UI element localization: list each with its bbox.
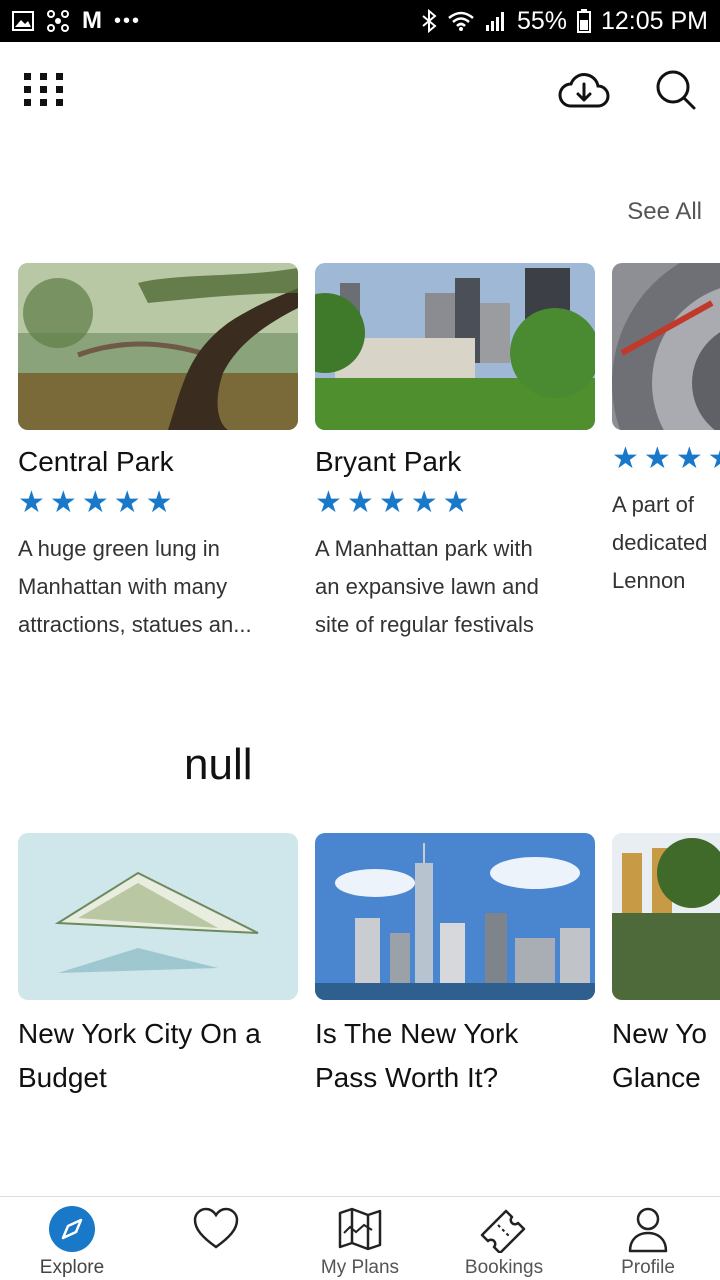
battery-percent: 55% — [516, 6, 567, 35]
place-image — [315, 263, 595, 430]
articles-carousel[interactable]: New York City On a Budget Is The New Yor… — [18, 833, 720, 1100]
clock: 12:05 PM — [600, 6, 708, 35]
title-line: New Yo — [612, 1018, 707, 1049]
rating-stars: ★ ★ ★ ★ ★ — [612, 444, 720, 474]
place-description: A huge green lung in Manhattan with many… — [18, 530, 298, 644]
places-carousel[interactable]: Central Park ★ ★ ★ ★ ★ A huge green lung… — [18, 263, 720, 644]
title-line: New York City On a — [18, 1018, 261, 1049]
description-line: an expansive lawn and — [315, 574, 539, 600]
rating-stars: ★ ★ ★ ★ ★ — [18, 488, 298, 518]
star-icon: ★ — [113, 486, 141, 520]
description-line: Lennon — [612, 568, 686, 593]
article-card[interactable]: New York City On a Budget — [18, 833, 298, 1100]
place-name: Central Park — [18, 446, 174, 477]
see-all-link[interactable]: See All — [627, 198, 702, 226]
place-card[interactable]: Bryant Park ★ ★ ★ ★ ★ A Manhattan park w… — [315, 263, 595, 644]
status-bar: M ••• 55% 12:05 PM — [0, 0, 720, 42]
article-card[interactable]: Is The New York Pass Worth It? — [315, 833, 595, 1100]
bottom-navigation: Explore My Plans Bookings Profile — [0, 1196, 720, 1280]
gmail-icon: M — [82, 7, 102, 34]
star-icon: ★ — [346, 486, 374, 520]
person-icon — [624, 1205, 672, 1253]
place-image — [18, 263, 298, 430]
article-title: New York City On a Budget — [18, 1012, 298, 1100]
star-icon: ★ — [708, 444, 720, 474]
nav-favorites[interactable] — [144, 1197, 288, 1280]
star-icon: ★ — [378, 486, 406, 520]
description-line: A Manhattan park with — [315, 536, 533, 562]
title-line: Pass Worth It? — [315, 1062, 499, 1093]
title-line: Budget — [18, 1062, 107, 1093]
article-image — [18, 833, 298, 1000]
star-icon: ★ — [675, 442, 703, 475]
star-icon: ★ — [612, 442, 639, 475]
description-line: A huge green lung in — [18, 536, 220, 562]
gallery-icon — [12, 11, 34, 31]
description-line: attractions, statues an... — [18, 612, 252, 638]
search-icon[interactable] — [656, 70, 696, 110]
place-card[interactable]: ★ ★ ★ ★ ★ A part of dedicated Lennon — [612, 263, 720, 644]
description-line: Manhattan with many — [18, 574, 228, 600]
ticket-icon — [476, 1205, 532, 1253]
nav-profile[interactable]: Profile — [576, 1197, 720, 1280]
place-image — [612, 263, 720, 430]
nav-my-plans[interactable]: My Plans — [288, 1197, 432, 1280]
compass-icon — [48, 1205, 96, 1253]
place-card[interactable]: Central Park ★ ★ ★ ★ ★ A huge green lung… — [18, 263, 298, 644]
description-line: site of regular festivals — [315, 612, 534, 638]
cloud-download-icon[interactable] — [558, 70, 610, 110]
grid-menu-icon[interactable] — [24, 73, 64, 107]
place-description: A Manhattan park with an expansive lawn … — [315, 530, 595, 644]
wifi-icon — [447, 10, 475, 32]
bluetooth-icon — [421, 9, 437, 33]
star-icon: ★ — [18, 486, 45, 520]
star-icon: ★ — [81, 486, 109, 520]
place-description: A part of dedicated Lennon — [612, 486, 720, 600]
battery-icon — [576, 9, 591, 33]
star-icon: ★ — [315, 486, 342, 520]
title-line: Is The New York — [315, 1018, 519, 1049]
star-icon: ★ — [643, 442, 671, 475]
nav-label: Profile — [621, 1257, 675, 1278]
article-title: Is The New York Pass Worth It? — [315, 1012, 595, 1100]
nav-label: My Plans — [320, 1257, 400, 1278]
app-bar — [0, 42, 720, 138]
description-line: A part of — [612, 492, 694, 517]
star-icon: ★ — [442, 486, 470, 520]
heart-icon — [192, 1205, 240, 1253]
map-icon — [336, 1205, 384, 1253]
article-title: New Yo Glance — [612, 1012, 720, 1100]
article-card[interactable]: New Yo Glance — [612, 833, 720, 1100]
more-notifications-icon: ••• — [114, 9, 142, 32]
article-image — [315, 833, 595, 1000]
nav-label: Bookings — [464, 1257, 544, 1278]
network-icon — [46, 9, 70, 33]
star-icon: ★ — [145, 486, 173, 520]
rating-stars: ★ ★ ★ ★ ★ — [315, 488, 595, 518]
title-line: Glance — [612, 1062, 701, 1093]
place-name: Bryant Park — [315, 446, 462, 477]
star-icon: ★ — [410, 486, 438, 520]
nav-explore[interactable]: Explore — [0, 1197, 144, 1280]
nav-bookings[interactable]: Bookings — [432, 1197, 576, 1280]
article-image — [612, 833, 720, 1000]
description-line: dedicated — [612, 530, 708, 555]
star-icon: ★ — [49, 486, 77, 520]
nav-label: Explore — [39, 1257, 105, 1278]
signal-icon — [485, 10, 507, 32]
section-heading: null — [184, 740, 253, 789]
